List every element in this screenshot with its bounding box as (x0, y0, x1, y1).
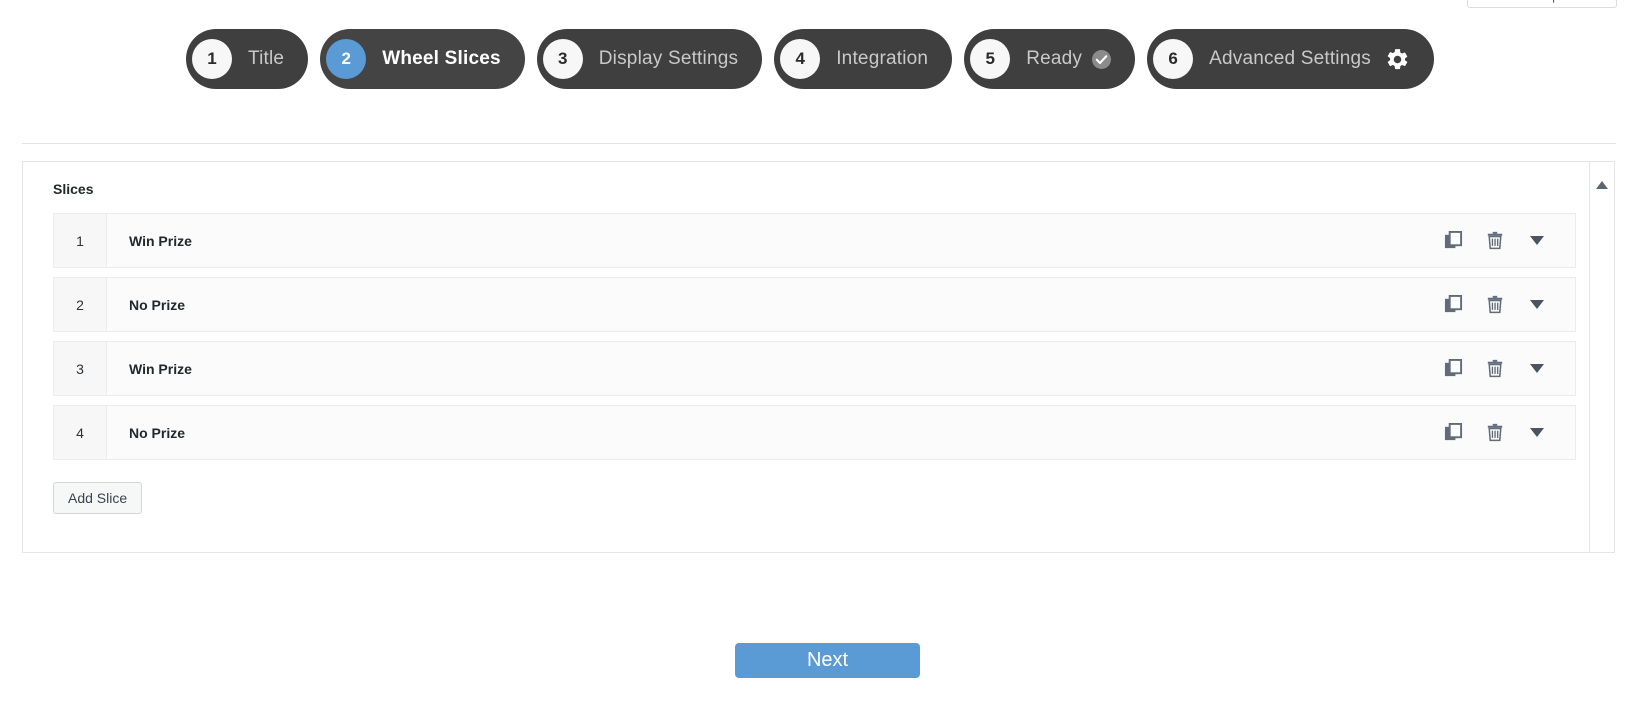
step-label: Wheel Slices (382, 48, 501, 69)
chevron-down-icon[interactable] (1527, 423, 1547, 443)
panel-side-rail (1589, 162, 1614, 552)
duplicate-icon[interactable] (1443, 359, 1463, 379)
trash-icon[interactable] (1485, 295, 1505, 315)
gear-icon[interactable] (1385, 47, 1410, 72)
step-wheel-slices[interactable]: 2 Wheel Slices (320, 29, 525, 89)
next-button[interactable]: Next (735, 643, 920, 678)
slice-label: Win Prize (129, 232, 192, 249)
step-integration[interactable]: 4 Integration (774, 29, 953, 89)
step-number: 1 (192, 39, 232, 79)
step-ready[interactable]: 5 Ready (964, 29, 1136, 89)
slice-index: 3 (54, 342, 107, 395)
step-number: 3 (542, 39, 583, 79)
step-label: Integration (836, 48, 929, 69)
caret-up-icon[interactable] (1595, 178, 1609, 192)
slices-panel: Slices 1 Win Prize 2 No Prize 3 Win Priz… (22, 161, 1615, 553)
add-slice-button[interactable]: Add Slice (53, 482, 143, 514)
header-divider (22, 143, 1616, 144)
duplicate-icon[interactable] (1443, 295, 1463, 315)
check-circle-icon (1092, 49, 1112, 69)
trash-icon[interactable] (1485, 359, 1505, 379)
step-number: 5 (970, 39, 1011, 79)
step-label: Display Settings (598, 48, 739, 69)
table-row[interactable]: 4 No Prize (53, 405, 1576, 460)
trash-icon[interactable] (1485, 231, 1505, 251)
slices-list: 1 Win Prize 2 No Prize 3 Win Prize 4 No … (53, 213, 1576, 460)
slice-label: Win Prize (129, 360, 192, 377)
slice-index: 2 (54, 278, 107, 331)
step-number: 6 (1153, 39, 1194, 79)
step-display-settings[interactable]: 3 Display Settings (536, 29, 763, 89)
panel-title: Slices (53, 181, 94, 197)
slice-actions (1443, 295, 1575, 315)
slice-index: 4 (54, 406, 107, 459)
step-label: Ready (1026, 48, 1083, 69)
step-advanced-settings[interactable]: 6 Advanced Settings (1147, 29, 1434, 89)
slice-actions (1443, 423, 1575, 443)
slice-actions (1443, 359, 1575, 379)
table-row[interactable]: 1 Win Prize (53, 213, 1576, 268)
slice-label: No Prize (129, 296, 186, 313)
screen-options-button[interactable]: Screen Options (1467, 0, 1617, 8)
trash-icon[interactable] (1485, 423, 1505, 443)
duplicate-icon[interactable] (1443, 423, 1463, 443)
chevron-down-icon[interactable] (1527, 295, 1547, 315)
slice-actions (1443, 231, 1575, 251)
step-title[interactable]: 1 Title (186, 29, 309, 89)
step-number: 2 (326, 39, 367, 79)
step-label: Title (248, 48, 285, 69)
table-row[interactable]: 3 Win Prize (53, 341, 1576, 396)
step-label: Advanced Settings (1209, 48, 1371, 69)
slices-panel-content: Slices 1 Win Prize 2 No Prize 3 Win Priz… (23, 162, 1591, 552)
chevron-down-icon[interactable] (1527, 359, 1547, 379)
slice-index: 1 (54, 214, 107, 267)
wizard-stepper: 1 Title 2 Wheel Slices 3 Display Setting… (186, 29, 1434, 89)
table-row[interactable]: 2 No Prize (53, 277, 1576, 332)
slice-label: No Prize (129, 424, 186, 441)
chevron-down-icon[interactable] (1527, 231, 1547, 251)
step-number: 4 (780, 39, 821, 79)
duplicate-icon[interactable] (1443, 231, 1463, 251)
